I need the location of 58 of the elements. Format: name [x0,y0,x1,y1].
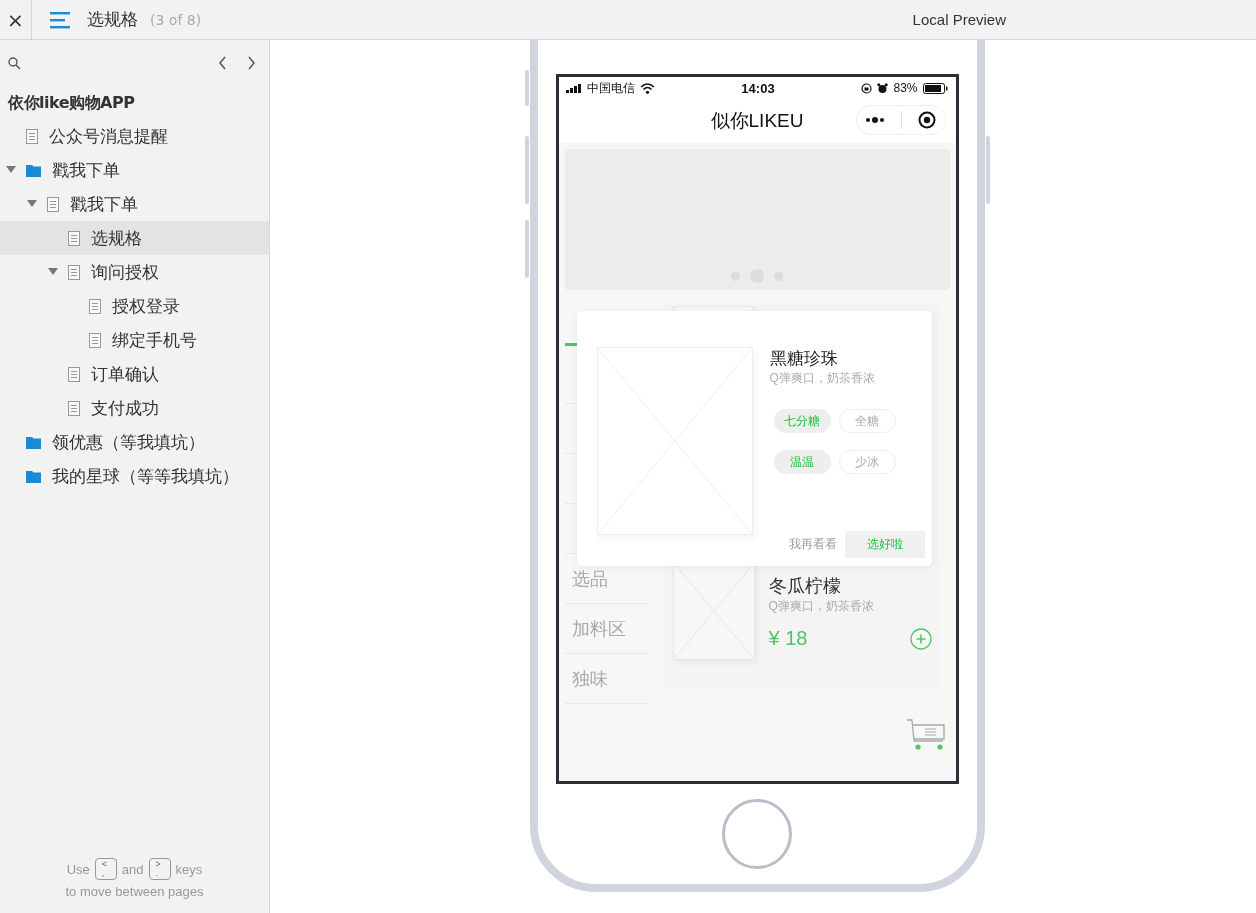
search-icon[interactable] [8,56,21,70]
tree-item[interactable]: 授权登录 [0,289,269,323]
tree-item[interactable]: 绑定手机号 [0,323,269,357]
project-title: 依你like购物APP [6,92,136,114]
product-description: Q弹爽口，奶茶香浓 [769,370,876,387]
hint-text: Use [66,861,90,877]
key-cap: < , [94,858,117,880]
preview-label: Local Preview [912,11,1006,28]
battery-percent: 83% [893,81,918,95]
folder-icon [26,469,41,483]
hint-text: to move between pages [65,884,204,899]
add-icon[interactable] [909,627,932,650]
caret-icon[interactable] [27,200,37,208]
product-name: 黑糖珍珠 [769,348,839,370]
tree-item[interactable]: 我的星球（等等我填坑） [0,459,269,493]
product-description: Q弹爽口，奶茶香浓 [768,598,875,615]
clock-time: 14:03 [741,80,775,96]
tree-item[interactable]: 戳我下单 [0,187,269,221]
nav-title: 似你LIKEU [710,109,804,133]
page-icon [26,128,38,144]
folder-icon [26,163,41,177]
tree-item[interactable]: 订单确认 [0,357,269,391]
tree-item[interactable]: 选规格 [0,221,269,255]
page-count: (3 of 8) [150,11,202,28]
wifi-icon [639,82,655,94]
page-icon [68,366,80,382]
caret-icon[interactable] [48,268,58,276]
more-icon[interactable] [864,117,885,123]
folder-icon [26,435,41,449]
rotation-lock-icon [861,82,873,94]
page-icon [68,264,80,280]
carrier-label: 中国电信 [586,79,635,97]
tree-item[interactable]: 支付成功 [0,391,269,425]
previous-icon[interactable] [218,56,228,70]
page-icon [47,196,59,212]
product-name: 冬瓜柠檬 [768,575,842,598]
target-icon[interactable] [918,111,937,129]
next-icon[interactable] [246,56,256,70]
product-price: ¥ 18 [768,627,808,650]
battery-icon [922,82,948,94]
page-title: 选规格 [87,8,138,31]
caret-icon[interactable] [6,166,16,174]
key-cap: > . [148,858,171,880]
page-icon [68,230,80,246]
tree-item[interactable]: 公众号消息提醒 [0,119,269,153]
tree-item[interactable]: 询问授权 [0,255,269,289]
page-icon [89,298,101,314]
cart-icon[interactable] [906,719,945,751]
menu-icon[interactable] [50,10,70,29]
tree-item[interactable]: 领优惠（等我填坑） [0,425,269,459]
hint-text: and [121,861,144,877]
signal-icon [565,83,582,93]
alarm-icon [877,82,889,94]
hint-text: keys [175,861,203,877]
close-button[interactable]: × [0,0,32,40]
tree-item[interactable]: 戳我下单 [0,153,269,187]
page-icon [89,332,101,348]
page-icon [68,400,80,416]
